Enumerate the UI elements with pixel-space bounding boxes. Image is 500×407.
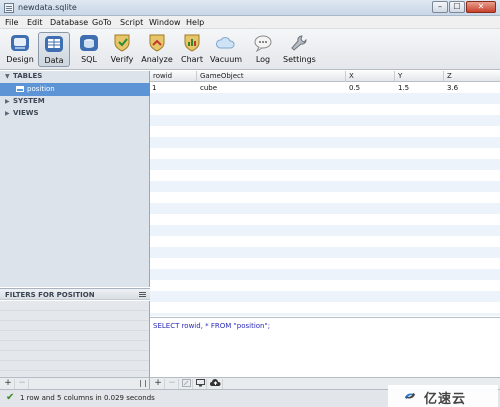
cell-gameobject[interactable]: cube [200,84,217,92]
add-row-button[interactable]: + [152,379,165,389]
toolbar-settings-button[interactable]: Settings [283,32,316,67]
status-text: 1 row and 5 columns in 0.029 seconds [20,394,155,402]
toolbar-design-button[interactable]: Design [4,32,36,67]
menu-window[interactable]: Window [149,18,181,27]
cell-rowid[interactable]: 1 [152,84,156,92]
column-header-y[interactable]: Y [395,71,444,82]
sidebar: ▼ TABLES position ▶ SYSTEM ▶ VIEWS [0,71,150,287]
tree-section-views[interactable]: ▶ VIEWS [0,109,150,120]
sql-icon [80,35,98,51]
app-icon [4,3,14,13]
menu-script[interactable]: Script [120,18,143,27]
menu-file[interactable]: File [5,18,18,27]
toolbar-chart-button[interactable]: Chart [176,32,208,67]
design-icon [11,35,29,51]
pane-resize-handle[interactable] [140,380,146,387]
grid-header: rowid GameObject X Y Z [150,71,500,82]
toolbar-vacuum-button[interactable]: Vacuum [210,32,242,67]
minimize-button[interactable]: – [432,1,448,13]
close-button[interactable]: ✕ [466,1,496,13]
watermark-logo-icon [405,393,415,399]
toolbar-sql-button[interactable]: SQL [73,32,105,67]
verify-shield-icon [114,34,130,52]
maximize-button[interactable]: ☐ [449,1,465,13]
collapsed-triangle-icon: ▶ [5,98,10,105]
cell-y[interactable]: 1.5 [398,84,409,92]
menu-goto[interactable]: GoTo [92,18,112,27]
chart-shield-icon [184,34,200,52]
monitor-icon[interactable] [194,379,207,389]
window-title: newdata.sqlite [18,3,77,12]
column-header-rowid[interactable]: rowid [150,71,197,82]
edit-icon[interactable] [180,379,193,389]
tree-item-position[interactable]: position [0,83,150,96]
watermark-text: 亿速云 [424,392,467,407]
toolbar-verify-button[interactable]: Verify [106,32,138,67]
menu-icon[interactable] [139,292,146,297]
cloud-icon [216,37,235,49]
cell-z[interactable]: 3.6 [447,84,458,92]
check-icon: ✔ [6,392,15,403]
filters-header: FILTERS FOR POSITION [0,288,150,300]
sql-editor[interactable]: SELECT rowid, * FROM "position"; [150,317,500,377]
column-header-z[interactable]: Z [444,71,500,82]
menu-edit[interactable]: Edit [27,18,43,27]
table-icon [16,86,24,92]
data-grid: rowid GameObject X Y Z 1 cube 0.5 1.5 3.… [150,71,500,316]
menu-bar: File Edit Database GoTo Script Window He… [0,16,500,29]
column-header-gameobject[interactable]: GameObject [197,71,346,82]
grid-body: 1 cube 0.5 1.5 3.6 [150,82,500,316]
column-header-x[interactable]: X [346,71,395,82]
expanded-triangle-icon: ▼ [5,73,10,80]
wrench-icon [291,35,307,51]
analyze-shield-icon [149,34,165,52]
cloud-upload-icon[interactable] [208,379,223,389]
sql-query-text[interactable]: SELECT rowid, * FROM "position"; [153,322,270,330]
menu-database[interactable]: Database [50,18,88,27]
speech-bubble-icon [254,35,272,53]
remove-row-button[interactable]: − [166,379,179,389]
collapsed-triangle-icon: ▶ [5,110,10,117]
menu-help[interactable]: Help [186,18,204,27]
cell-x[interactable]: 0.5 [349,84,360,92]
sidebar-bottom-bar: + − [0,377,150,389]
filters-panel [0,301,150,377]
tree-section-tables[interactable]: ▼ TABLES [0,72,150,83]
title-bar: newdata.sqlite – ☐ ✕ [0,0,500,16]
toolbar-log-button[interactable]: Log [247,32,279,67]
data-icon [45,36,63,52]
table-row[interactable]: 1 cube 0.5 1.5 3.6 [150,82,500,93]
add-table-button[interactable]: + [2,379,15,389]
watermark: 亿速云 [388,385,498,407]
toolbar-data-button[interactable]: Data [38,32,70,67]
toolbar: Design Data SQL Verify Analyze Chart Vac… [0,29,500,70]
toolbar-analyze-button[interactable]: Analyze [141,32,173,67]
remove-table-button[interactable]: − [16,379,29,389]
tree-section-system[interactable]: ▶ SYSTEM [0,97,150,108]
